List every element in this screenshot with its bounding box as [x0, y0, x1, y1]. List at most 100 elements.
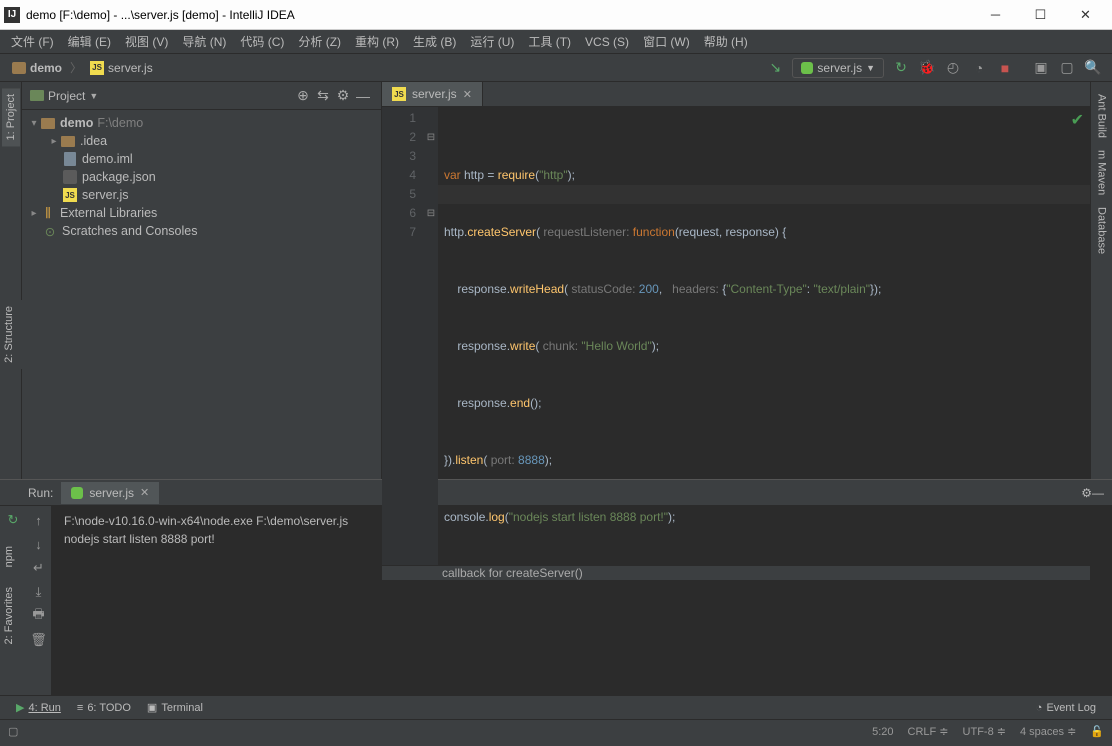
breadcrumb-root[interactable]: demo — [6, 59, 68, 77]
fold-end-icon[interactable]: ⊟ — [424, 204, 438, 223]
folder-icon — [61, 136, 75, 147]
menu-code[interactable]: 代码 (C) — [233, 31, 291, 52]
minimize-button[interactable]: ─ — [973, 1, 1018, 29]
sidetab-database[interactable]: Database — [1093, 201, 1111, 260]
terminal-icon: ▣ — [147, 701, 157, 714]
coverage-button[interactable]: ◴ — [942, 57, 964, 79]
run-config-label: server.js — [817, 61, 862, 75]
search-everywhere-button[interactable]: 🔍 — [1082, 57, 1104, 79]
line-number: 1 — [382, 109, 416, 128]
breadcrumb-root-label: demo — [30, 61, 62, 75]
menu-help[interactable]: 帮助 (H) — [697, 31, 755, 52]
bottom-tab-run[interactable]: ▶4: Run — [8, 699, 69, 716]
json-icon — [63, 170, 77, 184]
menu-run[interactable]: 运行 (U) — [463, 31, 521, 52]
nodejs-icon — [71, 487, 83, 499]
close-tab-icon[interactable]: ✕ — [140, 486, 149, 499]
editor-tab-server-js[interactable]: JS server.js ✕ — [382, 82, 483, 106]
breadcrumb-separator: 〉 — [70, 59, 82, 76]
libraries-icon: ⫼ — [40, 206, 56, 220]
print-button[interactable]: 🖶 — [29, 606, 49, 626]
event-log-icon: ◔ — [1036, 702, 1043, 714]
breadcrumb-file[interactable]: JSserver.js — [84, 59, 159, 77]
line-separator[interactable]: CRLF ≑ — [908, 725, 949, 738]
fold-start-icon[interactable]: ⊟ — [424, 128, 438, 147]
js-icon: JS — [90, 61, 104, 75]
expand-arrow-icon[interactable]: ▸ — [28, 208, 40, 219]
chevron-down-icon[interactable]: ▼ — [89, 91, 98, 101]
sidetab-project[interactable]: 1: Project — [2, 88, 20, 146]
menu-navigate[interactable]: 导航 (N) — [175, 31, 233, 52]
menu-tools[interactable]: 工具 (T) — [521, 31, 578, 52]
code-editor[interactable]: ✔ 1 2 3 4 5 6 7 ⊟⊟ var http = require("h… — [382, 107, 1090, 565]
expand-all-button[interactable]: ⇆ — [313, 86, 333, 106]
navigation-bar: demo 〉 JSserver.js ↘ server.js ▼ ↻ 🐞 ◴ ◔… — [0, 54, 1112, 82]
clear-button[interactable]: 🗑 — [29, 630, 49, 650]
bottom-tool-stripe: ▶4: Run ≡6: TODO ▣Terminal ◔Event Log — [0, 695, 1112, 719]
tree-item-label: Scratches and Consoles — [62, 224, 198, 238]
sidetab-ant[interactable]: Ant Build — [1093, 88, 1111, 144]
file-encoding[interactable]: UTF-8 ≑ — [963, 725, 1006, 738]
code-body[interactable]: var http = require("http"); http.createS… — [438, 107, 1090, 565]
down-stack-button[interactable]: ↓ — [29, 534, 49, 554]
run-config-selector[interactable]: server.js ▼ — [792, 58, 884, 78]
build-button[interactable]: ↘ — [764, 57, 786, 79]
editor-area: JS server.js ✕ ✔ 1 2 3 4 5 6 7 ⊟⊟ var ht… — [382, 82, 1090, 479]
menu-window[interactable]: 窗口 (W) — [636, 31, 697, 52]
sidetab-maven[interactable]: m Maven — [1093, 144, 1111, 201]
expand-arrow-icon[interactable]: ▾ — [28, 118, 40, 129]
project-tree[interactable]: ▾ demo F:\demo ▸ .idea demo.iml package.… — [22, 110, 381, 479]
tree-demo-iml[interactable]: demo.iml — [22, 150, 381, 168]
tree-package-json[interactable]: package.json — [22, 168, 381, 186]
readonly-toggle[interactable]: 🔓 — [1090, 725, 1104, 738]
menu-refactor[interactable]: 重构 (R) — [348, 31, 406, 52]
close-button[interactable]: ✕ — [1063, 1, 1108, 29]
rerun-button[interactable]: ↻ — [3, 510, 23, 530]
menu-build[interactable]: 生成 (B) — [406, 31, 463, 52]
hide-button[interactable]: — — [353, 86, 373, 106]
tree-idea[interactable]: ▸ .idea — [22, 132, 381, 150]
bottom-tab-label: Event Log — [1046, 702, 1096, 714]
up-stack-button[interactable]: ↑ — [29, 510, 49, 530]
debug-button[interactable]: 🐞 — [916, 57, 938, 79]
tree-root-label: demo — [60, 116, 93, 130]
project-panel-title: Project — [48, 89, 85, 103]
indent-setting[interactable]: 4 spaces ≑ — [1020, 725, 1076, 738]
menu-view[interactable]: 视图 (V) — [118, 31, 175, 52]
bottom-tab-terminal[interactable]: ▣Terminal — [139, 699, 211, 716]
sidetab-favorites[interactable]: 2: Favorites — [0, 581, 18, 650]
run-panel-title: Run: — [28, 486, 53, 500]
vcs-commit-button[interactable]: ▢ — [1056, 57, 1078, 79]
tool-windows-button[interactable]: ▢ — [8, 725, 18, 738]
menu-vcs[interactable]: VCS (S) — [578, 33, 636, 51]
settings-button[interactable]: ⚙ — [333, 86, 353, 106]
sidetab-npm[interactable]: npm — [0, 540, 18, 573]
menu-edit[interactable]: 编辑 (E) — [61, 31, 118, 52]
scroll-end-button[interactable]: ⤓ — [29, 582, 49, 602]
run-button[interactable]: ↻ — [890, 57, 912, 79]
tree-external-libs[interactable]: ▸ ⫼ External Libraries — [22, 204, 381, 222]
maximize-button[interactable]: ☐ — [1018, 1, 1063, 29]
menu-file[interactable]: 文件 (F) — [4, 31, 61, 52]
bottom-tab-todo[interactable]: ≡6: TODO — [69, 700, 139, 716]
vcs-update-button[interactable]: ▣ — [1030, 57, 1052, 79]
menu-analyze[interactable]: 分析 (Z) — [291, 31, 348, 52]
soft-wrap-button[interactable]: ↵ — [29, 558, 49, 578]
hide-run-button[interactable]: — — [1092, 486, 1104, 500]
sidetab-structure[interactable]: 2: Structure — [0, 300, 18, 369]
expand-arrow-icon[interactable]: ▸ — [48, 136, 60, 147]
tree-scratches[interactable]: ⊙ Scratches and Consoles — [22, 222, 381, 240]
bottom-tab-event-log[interactable]: ◔Event Log — [1028, 700, 1104, 716]
run-tab[interactable]: server.js ✕ — [61, 482, 159, 504]
stop-button[interactable]: ■ — [994, 57, 1016, 79]
todo-icon: ≡ — [77, 702, 83, 714]
tree-server-js[interactable]: JS server.js — [22, 186, 381, 204]
profile-button[interactable]: ◔ — [968, 57, 990, 79]
tree-item-label: package.json — [82, 170, 156, 184]
caret-position[interactable]: 5:20 — [872, 726, 893, 738]
window-title: demo [F:\demo] - ...\server.js [demo] - … — [26, 8, 973, 22]
js-icon: JS — [63, 188, 77, 202]
close-tab-icon[interactable]: ✕ — [463, 88, 472, 101]
locate-button[interactable]: ⊕ — [293, 86, 313, 106]
tree-root[interactable]: ▾ demo F:\demo — [22, 114, 381, 132]
